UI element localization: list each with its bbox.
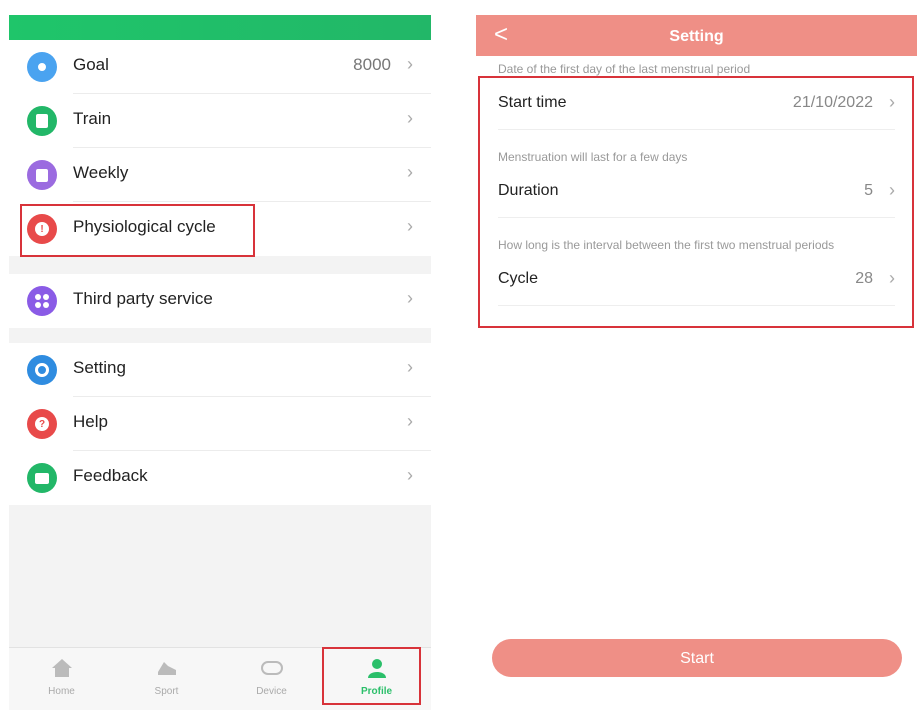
setting-screen: < Setting Date of the first day of the l… — [476, 15, 917, 709]
menu-group-2: Third party service › — [9, 274, 431, 328]
menu-item-weekly[interactable]: Weekly › — [9, 148, 431, 202]
tab-label: Sport — [154, 686, 179, 697]
menu-item-label: Goal — [73, 55, 109, 74]
weekly-report-icon — [27, 160, 57, 190]
profile-screen: Goal 8000 › Train › Weekly › ! Physiolog… — [9, 15, 431, 710]
chevron-right-icon: › — [407, 54, 413, 74]
tab-sport[interactable]: Sport — [114, 648, 219, 710]
shoe-icon — [158, 662, 176, 675]
chevron-right-icon: › — [407, 357, 413, 377]
target-icon — [27, 52, 57, 82]
chevron-right-icon: › — [407, 108, 413, 128]
menu-item-help[interactable]: ? Help › — [9, 397, 431, 451]
menu-item-label: Train — [73, 109, 112, 128]
highlight-box-settings — [478, 76, 914, 328]
chevron-right-icon: › — [407, 411, 413, 431]
menu-item-goal[interactable]: Goal 8000 › — [9, 40, 431, 94]
page-title: Setting — [669, 28, 724, 45]
menu-item-label: Help — [73, 412, 108, 431]
third-party-icon — [27, 286, 57, 316]
header-bar — [9, 15, 431, 40]
start-button[interactable]: Start — [492, 639, 902, 677]
train-doc-icon — [27, 106, 57, 136]
menu-item-label: Weekly — [73, 163, 129, 182]
home-icon — [52, 659, 72, 677]
hint-start-time: Date of the first day of the last menstr… — [498, 62, 751, 76]
watch-icon — [261, 661, 283, 675]
menu-item-setting[interactable]: Setting › — [9, 343, 431, 397]
highlight-box-physiological-cycle — [20, 204, 255, 257]
menu-item-label: Third party service — [73, 289, 213, 308]
menu-item-feedback[interactable]: Feedback › — [9, 451, 431, 505]
header-bar: < Setting — [476, 15, 917, 56]
goal-value: 8000 — [353, 55, 391, 74]
menu-item-label: Feedback — [73, 466, 148, 485]
chevron-right-icon: › — [407, 288, 413, 308]
menu-item-train[interactable]: Train › — [9, 94, 431, 148]
chevron-right-icon: › — [407, 216, 413, 236]
tab-label: Home — [48, 686, 75, 697]
menu-item-third-party-service[interactable]: Third party service › — [9, 274, 431, 328]
chevron-right-icon: › — [407, 465, 413, 485]
chevron-right-icon: › — [407, 162, 413, 182]
gear-icon — [27, 355, 57, 385]
menu-item-label: Setting — [73, 358, 126, 377]
highlight-box-profile-tab — [322, 647, 421, 705]
tab-home[interactable]: Home — [9, 648, 114, 710]
menu-group-3: Setting › ? Help › Feedback › — [9, 343, 431, 505]
tab-label: Device — [256, 686, 287, 697]
feedback-icon — [27, 463, 57, 493]
help-icon: ? — [27, 409, 57, 439]
tab-device[interactable]: Device — [219, 648, 324, 710]
